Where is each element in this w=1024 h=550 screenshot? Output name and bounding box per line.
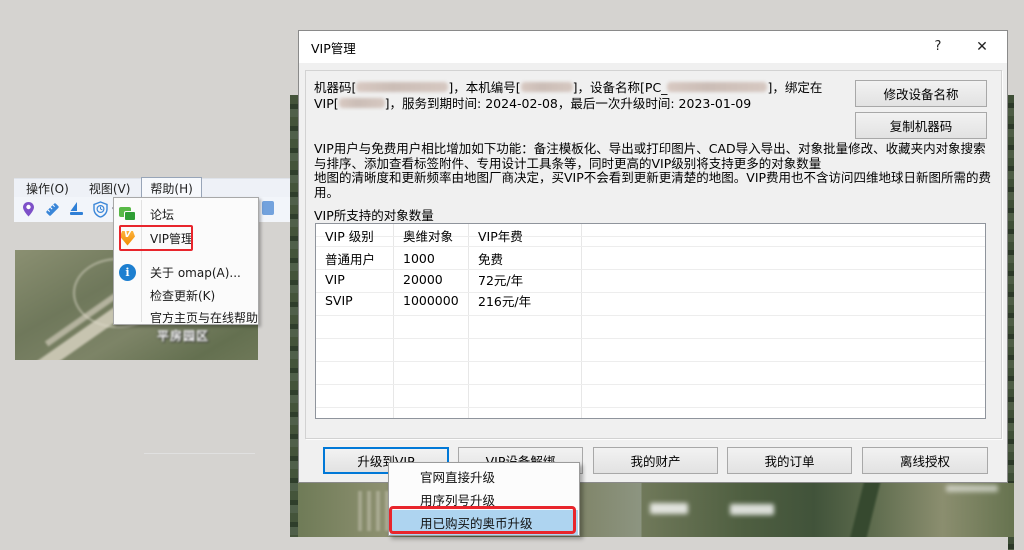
- menu-separator: [144, 453, 255, 454]
- menu-item-check-update[interactable]: 检查更新(K): [114, 284, 258, 306]
- table-row[interactable]: 普通用户 1000 免费: [316, 247, 985, 269]
- ruler-icon[interactable]: [44, 201, 61, 218]
- redacted-device-no: [521, 82, 573, 92]
- machine-info-line1: 机器码[]，本机编号[]，设备名称[PC_]，绑定在: [314, 80, 859, 96]
- dialog-help-button[interactable]: ?: [918, 31, 958, 63]
- table-row[interactable]: SVIP 1000000 216元/年: [316, 289, 985, 311]
- table-row[interactable]: VIP 20000 72元/年: [316, 268, 985, 290]
- map-sliver-right: [1008, 95, 1014, 550]
- menu-bar: 操作(O) 视图(V) 帮助(H): [14, 178, 290, 197]
- vip-description-line2: 地图的清晰度和更新频率由地图厂商决定，买VIP不会看到更新更清楚的地图。VIP费…: [314, 171, 992, 200]
- location-pin-icon[interactable]: [20, 201, 37, 218]
- annotation-box-vip-manage: [119, 225, 193, 251]
- copy-machine-code-button[interactable]: 复制机器码: [855, 112, 987, 139]
- map-attribution-blob: [946, 485, 998, 492]
- map-label-blob: [650, 503, 688, 514]
- vip-description: VIP用户与免费用户相比增加如下功能：备注模板化、导出或打印图片、CAD导入导出…: [314, 142, 992, 200]
- menu-view[interactable]: 视图(V): [80, 178, 140, 199]
- print-sail-icon[interactable]: [68, 201, 85, 218]
- vip-description-line1: VIP用户与免费用户相比增加如下功能：备注模板化、导出或打印图片、CAD导入导出…: [314, 142, 992, 171]
- menu-item-forum[interactable]: 论坛: [114, 203, 258, 225]
- info-icon: i: [119, 264, 136, 281]
- partial-toolbar-icon: [262, 201, 274, 215]
- col-header-vip-annual-fee[interactable]: VIP年费: [469, 224, 582, 246]
- vip-level-table: VIP 级别 奥维对象 VIP年费 普通用户 1000 免费 VIP 20000…: [315, 223, 986, 419]
- menu-item-about[interactable]: i 关于 omap(A)...: [114, 261, 258, 283]
- redacted-device-name: [667, 82, 767, 92]
- popup-item-official-site-upgrade[interactable]: 官网直接升级: [390, 464, 578, 488]
- offline-license-button[interactable]: 离线授权: [862, 447, 988, 474]
- table-header-row: VIP 级别 奥维对象 VIP年费: [316, 224, 985, 247]
- help-dropdown-menu: 论坛 V VIP管理 i 关于 omap(A)... 检查更新(K) 官方主页与…: [113, 197, 259, 325]
- dialog-title-bar[interactable]: VIP管理 ? ✕: [299, 31, 1007, 63]
- dialog-title: VIP管理: [311, 38, 356, 57]
- map-label-blob: [730, 504, 774, 515]
- annotation-box-coin-upgrade: [389, 506, 576, 534]
- redacted-vip-account: [339, 98, 385, 108]
- machine-info-line2: VIP[]，服务到期时间: 2024-02-08，最后一次升级时间: 2023-…: [314, 96, 859, 112]
- redacted-machine-code: [356, 82, 448, 92]
- map-sliver-left: [290, 95, 298, 537]
- my-orders-button[interactable]: 我的订单: [727, 447, 852, 474]
- rename-device-button[interactable]: 修改设备名称: [855, 80, 987, 107]
- col-header-vip-level[interactable]: VIP 级别: [316, 224, 394, 246]
- my-assets-button[interactable]: 我的财产: [593, 447, 718, 474]
- menu-item-homepage-help[interactable]: 官方主页与在线帮助: [114, 306, 258, 328]
- forum-icon: [119, 206, 136, 223]
- col-header-ovital-objects[interactable]: 奥维对象: [394, 224, 469, 246]
- map-river: [847, 483, 882, 537]
- machine-info-text: 机器码[]，本机编号[]，设备名称[PC_]，绑定在 VIP[]，服务到期时间:…: [314, 80, 859, 112]
- shield-clock-icon[interactable]: [92, 201, 109, 218]
- table-caption: VIP所支持的对象数量: [314, 205, 434, 224]
- dialog-close-button[interactable]: ✕: [962, 31, 1002, 63]
- map-place-label: 平房园区: [157, 327, 209, 344]
- vip-manage-dialog: VIP管理 ? ✕ 机器码[]，本机编号[]，设备名称[PC_]，绑定在 VIP…: [298, 30, 1008, 483]
- menu-operate[interactable]: 操作(O): [17, 178, 78, 199]
